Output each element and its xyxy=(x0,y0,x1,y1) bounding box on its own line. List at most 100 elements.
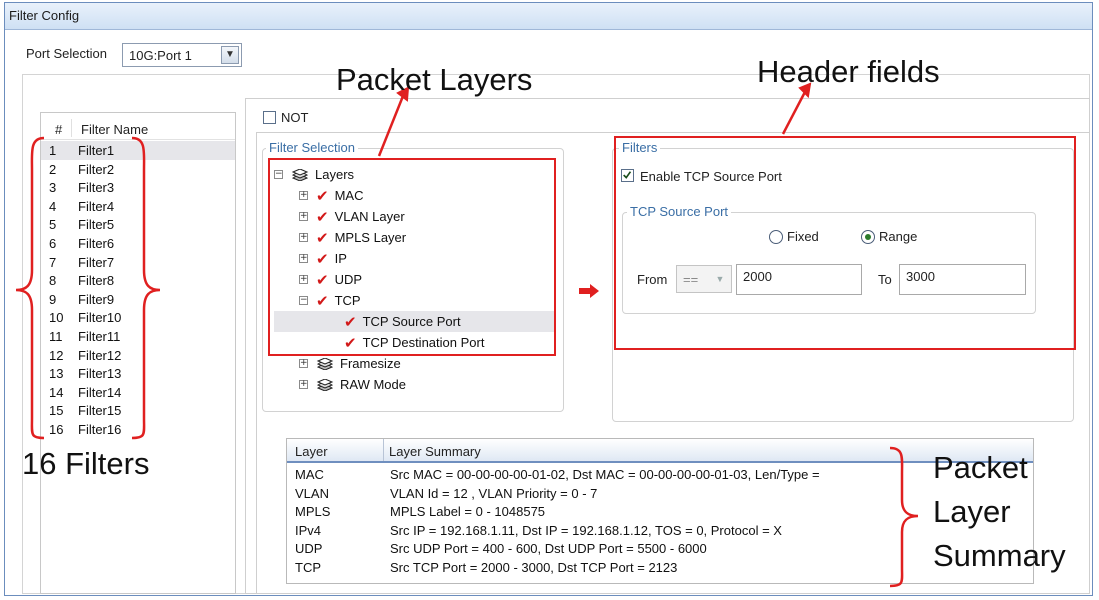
filter-list-row[interactable]: 1 Filter1 xyxy=(41,141,235,160)
summary-row[interactable]: VLAN VLAN Id = 12 , VLAN Priority = 0 - 7 xyxy=(287,484,1033,503)
tree-node[interactable]: + Framesize xyxy=(299,353,558,374)
filter-row-name: Filter13 xyxy=(78,366,122,382)
filter-row-name: Filter3 xyxy=(78,180,115,196)
filter-row-name: Filter15 xyxy=(78,403,122,419)
filter-list: # Filter Name 1 Filter1 2 Filter2 3 Filter3 4 F… xyxy=(40,112,236,594)
filter-list-row[interactable]: 11 Filter11 xyxy=(41,327,235,346)
filter-list-row[interactable]: 13 Filter13 xyxy=(41,364,235,383)
filter-row-name: Filter14 xyxy=(78,384,122,400)
filter-list-row[interactable]: 12 Filter12 xyxy=(41,346,235,365)
tree-node[interactable]: + RAW Mode xyxy=(299,374,558,395)
filter-list-row[interactable]: 10 Filter10 xyxy=(41,308,235,327)
dropdown-chevron-icon[interactable]: ▼ xyxy=(221,46,239,64)
filter-list-row[interactable]: 16 Filter16 xyxy=(41,420,235,439)
summary-row[interactable]: MPLS MPLS Label = 0 - 1048575 xyxy=(287,502,1033,521)
filter-row-name: Filter16 xyxy=(78,421,122,437)
column-header-filter-name: Filter Name xyxy=(81,122,149,137)
filter-list-row[interactable]: 6 Filter6 xyxy=(41,234,235,253)
summary-header: Layer Layer Summary xyxy=(287,439,1033,463)
filter-row-name: Filter7 xyxy=(78,254,115,270)
filter-row-name: Filter2 xyxy=(78,161,115,177)
summary-row-text: Src TCP Port = 2000 - 3000, Dst TCP Port… xyxy=(390,559,678,575)
filter-list-row[interactable]: 3 Filter3 xyxy=(41,178,235,197)
summary-row-text: MPLS Label = 0 - 1048575 xyxy=(390,504,546,519)
filter-row-name: Filter5 xyxy=(78,217,115,233)
filter-list-header: # Filter Name xyxy=(41,117,235,140)
filter-row-number: 12 xyxy=(49,347,64,363)
filter-row-number: 2 xyxy=(49,161,57,177)
summary-header-summary: Layer Summary xyxy=(389,444,481,459)
summary-row-layer: IPv4 xyxy=(295,522,322,538)
layers-stack-icon xyxy=(316,378,334,391)
filter-row-name: Filter8 xyxy=(78,273,115,289)
filter-row-number: 11 xyxy=(49,328,63,344)
filter-row-number: 13 xyxy=(49,366,64,382)
summary-row[interactable]: IPv4 Src IP = 192.168.1.11, Dst IP = 192.… xyxy=(287,521,1033,540)
filter-row-number: 9 xyxy=(49,291,57,307)
filter-row-number: 4 xyxy=(49,198,57,214)
filter-rows: 1 Filter1 2 Filter2 3 Filter3 4 Filter4 5 Filter5… xyxy=(41,141,235,439)
summary-header-layer: Layer xyxy=(295,444,328,459)
summary-row[interactable]: MAC Src MAC = 00-00-00-00-01-02, Dst MAC … xyxy=(287,465,1033,484)
filter-list-row[interactable]: 7 Filter7 xyxy=(41,253,235,272)
header-fields-highlight-box xyxy=(614,136,1076,350)
tree-node-label: RAW Mode xyxy=(340,377,406,392)
column-header-num: # xyxy=(55,122,63,137)
filter-row-number: 7 xyxy=(49,254,57,270)
filter-row-number: 1 xyxy=(49,143,57,158)
red-arrow-icon xyxy=(579,284,599,298)
filter-row-number: 14 xyxy=(49,384,64,400)
filter-row-number: 6 xyxy=(49,235,57,251)
filter-row-name: Filter10 xyxy=(78,310,122,326)
filter-selection-legend: Filter Selection xyxy=(266,140,358,155)
summary-row-text: Src UDP Port = 400 - 600, Dst UDP Port =… xyxy=(390,541,707,556)
filter-list-row[interactable]: 4 Filter4 xyxy=(41,197,235,216)
summary-row-layer: VLAN xyxy=(295,485,329,501)
filter-row-number: 8 xyxy=(49,273,57,289)
summary-row-layer: TCP xyxy=(295,559,321,575)
filter-row-name: Filter9 xyxy=(78,291,115,307)
port-selection-value: 10G:Port 1 xyxy=(129,48,192,63)
annotation-packet-layers: Packet Layers xyxy=(336,62,533,97)
filter-list-row[interactable]: 15 Filter15 xyxy=(41,401,235,420)
filter-row-name: Filter11 xyxy=(78,328,121,344)
filter-row-number: 3 xyxy=(49,180,57,196)
filter-row-number: 15 xyxy=(49,403,64,419)
tree-expand-icon[interactable]: + xyxy=(299,380,308,389)
annotation-summary-line3: Summary xyxy=(933,538,1066,573)
summary-row-layer: UDP xyxy=(295,541,323,556)
summary-row-layer: MPLS xyxy=(295,504,331,519)
filter-row-number: 16 xyxy=(49,421,64,437)
tree-node-label: Framesize xyxy=(340,356,401,371)
layer-summary-table: Layer Layer Summary MAC Src MAC = 00-00-0… xyxy=(286,438,1034,584)
filter-list-row[interactable]: 5 Filter5 xyxy=(41,215,235,234)
filter-list-row[interactable]: 9 Filter9 xyxy=(41,290,235,309)
summary-row-layer: MAC xyxy=(295,467,324,482)
title-bar: Filter Config xyxy=(5,3,1092,30)
summary-row-text: VLAN Id = 12 , VLAN Priority = 0 - 7 xyxy=(390,485,598,501)
filter-row-number: 10 xyxy=(49,310,64,326)
summary-row[interactable]: UDP Src UDP Port = 400 - 600, Dst UDP Por… xyxy=(287,539,1033,558)
summary-rows: MAC Src MAC = 00-00-00-00-01-02, Dst MAC … xyxy=(287,465,1033,576)
annotation-summary-line1: Packet xyxy=(933,450,1028,485)
summary-row-text: Src MAC = 00-00-00-00-01-02, Dst MAC = 0… xyxy=(390,467,820,482)
filter-row-name: Filter6 xyxy=(78,235,115,251)
annotation-summary-line2: Layer xyxy=(933,494,1011,529)
filter-list-row[interactable]: 2 Filter2 xyxy=(41,160,235,179)
port-selection-dropdown[interactable]: 10G:Port 1 ▼ xyxy=(122,43,242,67)
window-title: Filter Config xyxy=(9,8,80,23)
layers-stack-icon xyxy=(316,357,334,370)
port-selection-label: Port Selection xyxy=(26,46,107,61)
not-checkbox[interactable] xyxy=(263,111,276,124)
filter-row-name: Filter4 xyxy=(78,198,115,214)
not-label: NOT xyxy=(281,110,309,125)
annotation-16-filters: 16 Filters xyxy=(22,446,150,481)
filter-list-row[interactable]: 14 Filter14 xyxy=(41,383,235,402)
summary-row[interactable]: TCP Src TCP Port = 2000 - 3000, Dst TCP P… xyxy=(287,558,1033,577)
filter-row-name: Filter12 xyxy=(78,347,122,363)
filter-list-row[interactable]: 8 Filter8 xyxy=(41,271,235,290)
tree-expand-icon[interactable]: + xyxy=(299,359,308,368)
annotation-header-fields: Header fields xyxy=(757,54,940,89)
packet-layers-highlight-box xyxy=(268,158,556,356)
filter-row-name: Filter1 xyxy=(78,143,115,158)
